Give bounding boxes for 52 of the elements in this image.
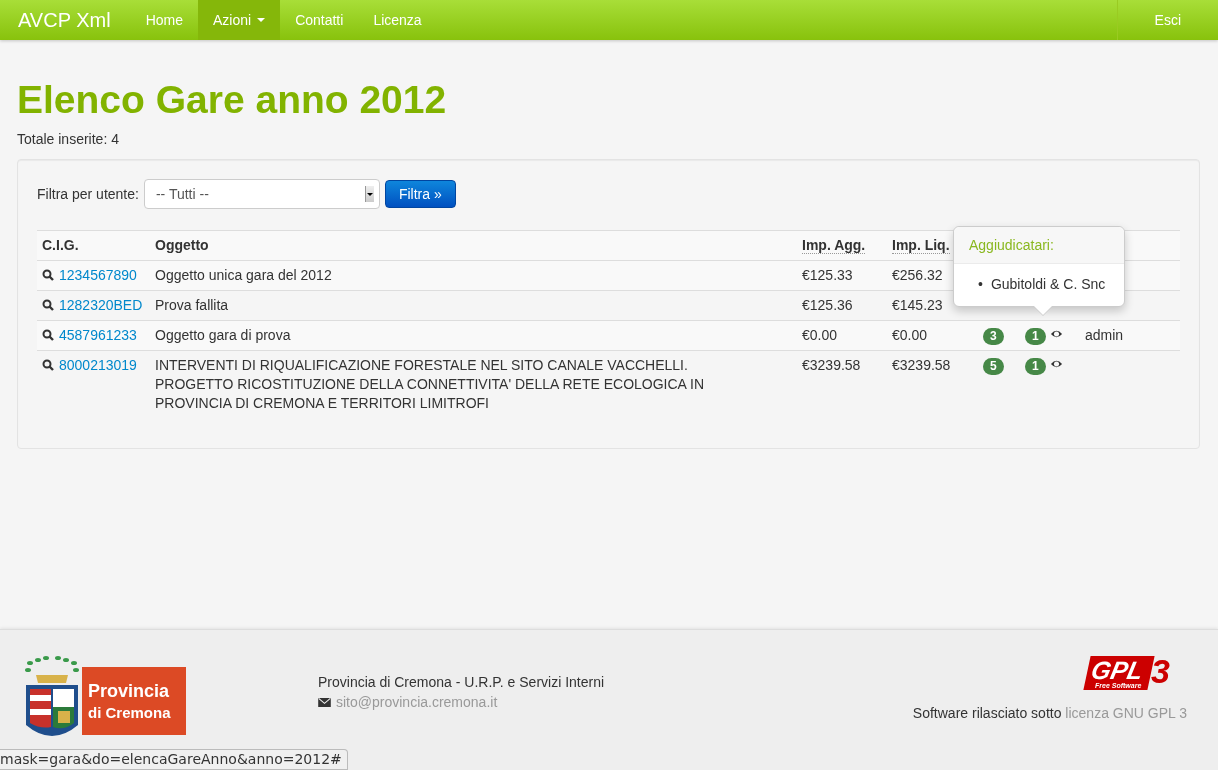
popover-item: Gubitoldi & C. Snc: [990, 276, 1106, 292]
table-cell: €0.00: [802, 327, 838, 343]
search-icon[interactable]: [42, 299, 54, 311]
nav-item[interactable]: Home: [130, 0, 198, 40]
user-select[interactable]: -- Tutti --: [143, 179, 380, 209]
table-cell: Oggetto unica gara del 2012: [155, 267, 332, 283]
page-title: Elenco Gare anno 2012: [17, 77, 448, 123]
count-badge: 3: [983, 328, 1004, 345]
table-cell: admin: [1085, 327, 1124, 343]
table-cell: Oggetto gara di prova: [155, 327, 291, 343]
popover-title: Aggiudicatari:: [954, 227, 1124, 264]
count-badge: 1: [1025, 328, 1046, 345]
nav-item[interactable]: Contatti: [280, 0, 359, 40]
status-bar: mask=gara&do=elencaGareAnno&anno=2012#: [0, 749, 348, 770]
table-cell: INTERVENTI DI RIQUALIFICAZIONE FORESTALE NEL SITO CANALE VACCHELLI. PROGETTO RICOSTITUZIONE DELLA CONNETTIVITA' DELLA RETE ECOLOGICA IN PROVINCIA DI CREMONA E TERRITORI LIMITROFI: [155, 357, 705, 411]
envelope-icon: [318, 697, 331, 707]
bullet: •: [978, 276, 983, 292]
organization-name: Provincia di Cremona - U.R.P. e Servizi Interni: [318, 673, 605, 692]
license-link[interactable]: licenza GNU GPL 3: [1065, 705, 1187, 721]
logo-text: Provincia: [88, 680, 171, 702]
table-cell: €145.23: [892, 297, 943, 313]
nav-item[interactable]: Licenza: [358, 0, 437, 40]
logout-link[interactable]: Esci: [1116, 0, 1218, 40]
license-text: Software rilasciato sotto: [912, 705, 1062, 721]
logo-text: di Cremona: [88, 704, 172, 722]
count-badge: 1: [1025, 358, 1046, 375]
nav-item[interactable]: Azioni: [198, 0, 281, 40]
eye-icon[interactable]: [1049, 359, 1063, 369]
count-badge: 5: [983, 358, 1004, 375]
table-cell: Prova fallita: [155, 297, 229, 313]
table-cell: €256.32: [892, 267, 943, 283]
filter-button[interactable]: Filtra »: [384, 180, 456, 208]
eye-icon[interactable]: [1049, 329, 1063, 339]
filter-label: Filtra per utente:: [37, 186, 139, 202]
search-icon[interactable]: [42, 269, 54, 281]
cig-link[interactable]: 8000213019: [59, 357, 137, 373]
total-count: Totale inserite: 4: [17, 131, 120, 147]
brand-link[interactable]: AVCP Xml: [0, 0, 131, 40]
logo-text: 3: [1151, 652, 1170, 691]
search-icon[interactable]: [42, 329, 54, 341]
column-header: Imp. Liq.: [892, 237, 950, 254]
table-cell: €125.36: [802, 297, 853, 313]
table-cell: €0.00: [892, 327, 928, 343]
table-cell: €3239.58: [892, 357, 951, 373]
column-header: C.I.G.: [42, 237, 79, 253]
table-cell: €125.33: [802, 267, 853, 283]
table-cell: €3239.58: [802, 357, 861, 373]
column-header: Oggetto: [155, 237, 209, 253]
cig-link[interactable]: 1282320BED: [59, 297, 143, 313]
email-link[interactable]: sito@provincia.cremona.it: [336, 692, 498, 712]
search-icon[interactable]: [42, 359, 54, 371]
column-header: Imp. Agg.: [802, 237, 866, 254]
